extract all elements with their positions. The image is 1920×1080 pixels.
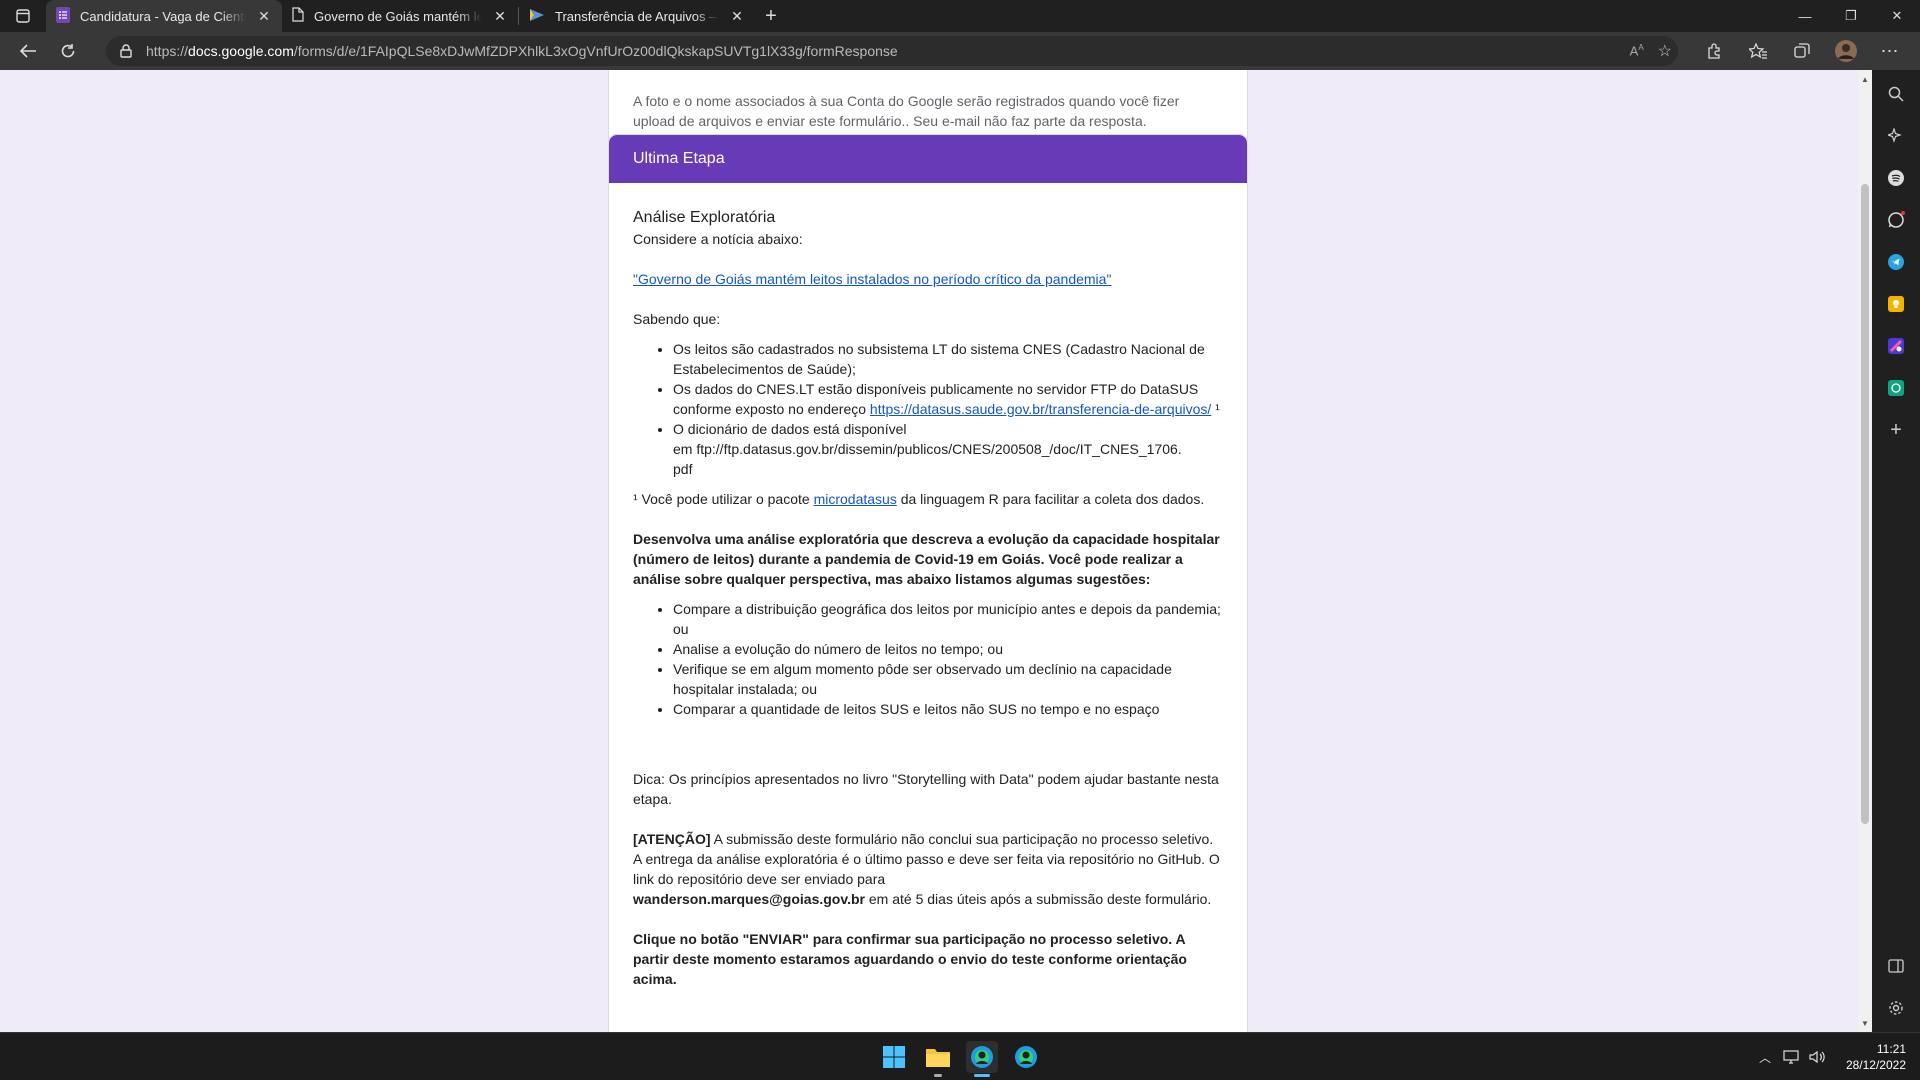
favorites-icon[interactable] — [1736, 32, 1780, 70]
section-header: Ultima Etapa — [609, 135, 1247, 183]
tab-candidatura[interactable]: Candidatura - Vaga de Cientista ✕ — [46, 0, 282, 32]
list-item: Os dados do CNES.LT estão disponíveis pu… — [673, 379, 1223, 419]
tip-text: Dica: Os princípios apresentados no livr… — [633, 771, 1219, 807]
tab-title: Governo de Goiás mantém leitos — [314, 8, 482, 24]
facts-list: Os leitos são cadastrados no subsistema … — [633, 339, 1223, 479]
network-icon[interactable] — [1778, 1050, 1804, 1064]
sparkle-icon[interactable] — [1884, 124, 1908, 148]
refresh-button[interactable] — [48, 32, 88, 70]
clock-date: 28/12/2022 — [1845, 1058, 1906, 1072]
restore-button[interactable]: ❐ — [1828, 0, 1874, 32]
datasus-link[interactable]: https://datasus.saude.gov.br/transferenc… — [870, 401, 1211, 417]
section-body: Análise Exploratória Considere a notícia… — [609, 183, 1247, 989]
add-sidebar-app-icon[interactable]: + — [1884, 418, 1908, 442]
lock-icon — [120, 44, 132, 58]
clock-time: 11:21 — [1876, 1042, 1906, 1056]
knowing-text: Sabendo que: — [633, 311, 721, 327]
tab-title: Candidatura - Vaga de Cientista — [80, 8, 246, 24]
gear-icon[interactable] — [1884, 996, 1908, 1020]
back-button[interactable] — [8, 32, 48, 70]
read-aloud-icon[interactable]: AA — [1630, 43, 1644, 58]
microdatasus-link[interactable]: microdatasus — [814, 491, 897, 507]
intro-text: Considere a notícia abaixo: — [633, 231, 803, 247]
submit-instruction: Clique no botão "ENVIAR" para confirmar … — [633, 931, 1187, 987]
scroll-up-arrow-icon[interactable]: ▲ — [1858, 72, 1872, 86]
minimize-button[interactable]: — — [1782, 0, 1828, 32]
telegram-icon[interactable] — [1884, 250, 1908, 274]
page-content: A foto e o nome associados à sua Conta d… — [0, 70, 1858, 1032]
navigation-bar: https://docs.google.com/forms/d/e/1FAIpQ… — [0, 32, 1920, 70]
app-icon[interactable] — [1884, 334, 1908, 358]
sidebar-layout-icon[interactable] — [1884, 954, 1908, 978]
account-notice-text: A foto e o nome associados à sua Conta d… — [633, 93, 1180, 129]
settings-menu-icon[interactable]: ⋯ — [1868, 32, 1912, 70]
system-tray: ︿ — [1752, 1033, 1830, 1080]
scroll-down-arrow-icon[interactable]: ▼ — [1858, 1016, 1872, 1030]
list-item: Compare a distribuição geográfica dos le… — [673, 599, 1223, 639]
volume-icon[interactable] — [1804, 1050, 1830, 1064]
contact-email: wanderson.marques@goias.gov.br — [633, 891, 865, 907]
close-icon[interactable]: ✕ — [492, 8, 508, 24]
tab-title: Transferência de Arquivos – DATA — [555, 8, 719, 24]
tab-governo[interactable]: Governo de Goiás mantém leitos ✕ — [282, 0, 518, 32]
windows-start-icon[interactable] — [878, 1041, 910, 1073]
list-item: Os leitos são cadastrados no subsistema … — [673, 339, 1223, 379]
back-arrow-icon — [19, 44, 36, 58]
plus-icon: + — [765, 4, 777, 27]
extensions-icon[interactable] — [1692, 32, 1736, 70]
tab-actions-button[interactable] — [0, 0, 46, 32]
section-title: Análise Exploratória — [633, 209, 776, 226]
section-card: Ultima Etapa Análise Exploratória Consid… — [608, 134, 1248, 1032]
tab-strip: Candidatura - Vaga de Cientista ✕ Govern… — [0, 0, 1920, 32]
tab-datasus[interactable]: Transferência de Arquivos – DATA ✕ — [519, 0, 755, 32]
refresh-icon — [61, 44, 75, 58]
window-controls: — ❐ ✕ — [1782, 0, 1920, 32]
news-link[interactable]: "Governo de Goiás mantém leitos instalad… — [633, 271, 1111, 287]
edge-profile-taskbar-icon[interactable] — [966, 1041, 998, 1077]
task-description: Desenvolva uma análise exploratória que … — [633, 531, 1220, 587]
whatsapp-icon[interactable] — [1884, 208, 1908, 232]
list-item: Comparar a quantidade de leitos SUS e le… — [673, 699, 1223, 719]
list-item: Analise a evolução do número de leitos n… — [673, 639, 1223, 659]
datasus-icon — [529, 8, 545, 25]
edge-sidebar: + — [1872, 70, 1920, 1032]
profile-avatar[interactable] — [1824, 32, 1868, 70]
close-icon[interactable]: ✕ — [729, 8, 745, 24]
address-bar-icons: AA ☆ — [1630, 36, 1672, 66]
url-text: https://docs.google.com/forms/d/e/1FAIpQ… — [146, 43, 898, 59]
tab-actions-icon — [16, 9, 30, 23]
suggestions-list: Compare a distribuição geográfica dos le… — [633, 599, 1223, 719]
document-icon — [292, 7, 304, 25]
chevron-up-icon[interactable]: ︿ — [1752, 1049, 1778, 1066]
chatgpt-icon[interactable] — [1884, 376, 1908, 400]
close-window-button[interactable]: ✕ — [1874, 0, 1920, 32]
collections-icon[interactable] — [1780, 32, 1824, 70]
google-forms-icon — [56, 6, 70, 26]
windows-taskbar: ︿ 11:21 28/12/2022 — [0, 1032, 1920, 1080]
footnote-text: ¹ Você pode utilizar o pacote microdatas… — [633, 491, 1205, 507]
scrollbar-thumb[interactable] — [1861, 184, 1869, 824]
file-explorer-icon[interactable] — [922, 1041, 954, 1077]
page-scrollbar[interactable]: ▲ ▼ — [1858, 70, 1872, 1032]
keep-notes-icon[interactable] — [1884, 292, 1908, 316]
taskbar-clock[interactable]: 11:21 28/12/2022 — [1846, 1041, 1906, 1073]
spotify-icon[interactable] — [1884, 166, 1908, 190]
address-bar[interactable]: https://docs.google.com/forms/d/e/1FAIpQ… — [106, 36, 1678, 66]
search-icon[interactable] — [1884, 82, 1908, 106]
list-item: Verifique se em algum momento pôde ser o… — [673, 659, 1223, 699]
browser-toolbar: ⋯ — [1692, 32, 1912, 70]
favorite-star-icon[interactable]: ☆ — [1658, 41, 1672, 61]
close-icon[interactable]: ✕ — [256, 8, 272, 24]
attention-text: [ATENÇÃO] A submissão deste formulário n… — [633, 831, 1220, 907]
edge-taskbar-icon[interactable] — [1010, 1041, 1042, 1073]
list-item: O dicionário de dados está disponívelem … — [673, 419, 1223, 479]
new-tab-button[interactable]: + — [755, 0, 787, 32]
